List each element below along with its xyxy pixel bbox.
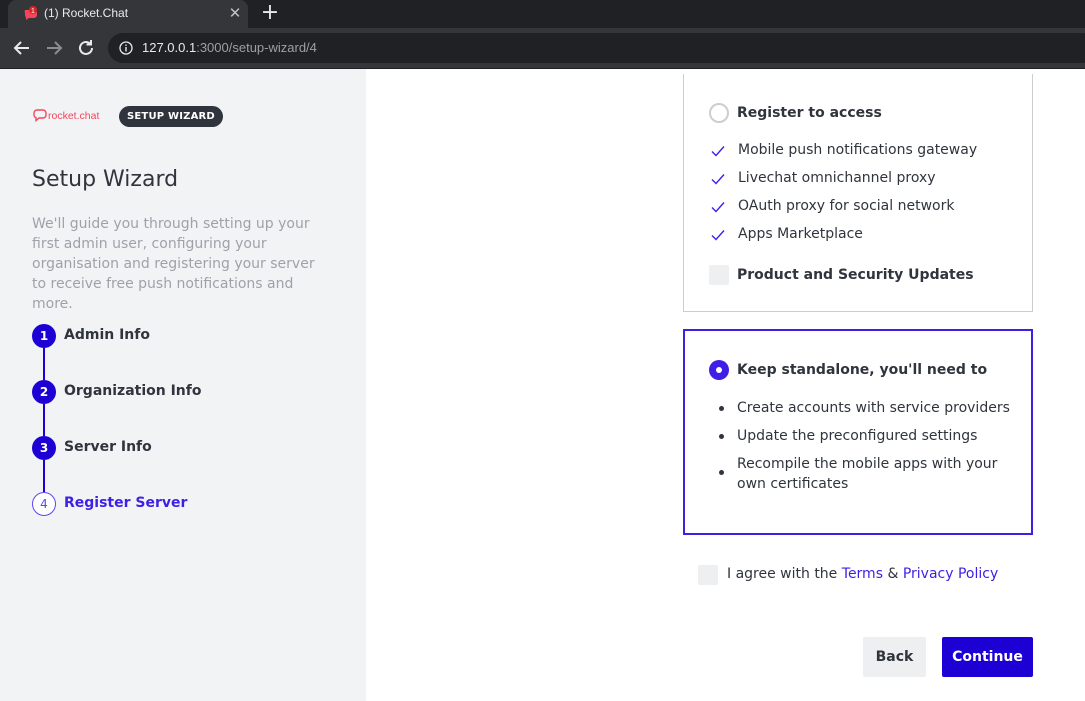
step-label: Server Info xyxy=(64,439,152,455)
check-icon xyxy=(711,146,725,157)
agree-text: I agree with the Terms & Privacy Policy xyxy=(727,566,998,582)
setup-wizard-badge: SETUP WIZARD xyxy=(119,106,223,127)
bullet-icon xyxy=(719,406,724,411)
agree-checkbox[interactable] xyxy=(698,565,718,585)
agree-prefix: I agree with the xyxy=(727,566,838,582)
rocketchat-logo: rocket.chat xyxy=(33,109,99,122)
standalone-option-card[interactable]: Keep standalone, you'll need to Create a… xyxy=(683,329,1033,535)
step-connector xyxy=(43,348,45,380)
browser-tab[interactable]: 1 (1) Rocket.Chat ✕ xyxy=(8,0,248,28)
step-number: 2 xyxy=(32,380,56,404)
site-info-icon[interactable] xyxy=(119,41,133,55)
check-icon xyxy=(711,230,725,241)
step-register-server: 4 Register Server xyxy=(32,492,332,516)
register-option-card[interactable]: Register to access Mobile push notificat… xyxy=(683,74,1033,312)
rocketchat-favicon-icon: 1 xyxy=(24,6,37,20)
step-admin-info: 1 Admin Info xyxy=(32,324,332,348)
feature-item: Apps Marketplace xyxy=(710,225,1020,245)
standalone-option-title: Keep standalone, you'll need to xyxy=(737,362,988,378)
browser-tab-bar: 1 (1) Rocket.Chat ✕ + xyxy=(0,0,1085,28)
back-arrow-icon[interactable] xyxy=(10,36,34,60)
step-label: Register Server xyxy=(64,495,188,511)
bullet-icon xyxy=(719,434,724,439)
register-radio[interactable] xyxy=(709,103,729,123)
feature-text: Livechat omnichannel proxy xyxy=(738,170,936,186)
step-number: 1 xyxy=(32,324,56,348)
terms-agreement: I agree with the Terms & Privacy Policy xyxy=(698,565,1028,585)
updates-checkbox[interactable] xyxy=(709,265,729,285)
updates-label: Product and Security Updates xyxy=(737,267,974,283)
terms-link[interactable]: Terms xyxy=(842,566,883,582)
forward-arrow-icon[interactable] xyxy=(42,36,66,60)
agree-ampersand: & xyxy=(887,566,899,582)
feature-text: Mobile push notifications gateway xyxy=(738,142,978,158)
url-path: :3000/setup-wizard/4 xyxy=(196,40,317,55)
step-server-info: 3 Server Info xyxy=(32,436,332,460)
feature-item: OAuth proxy for social network xyxy=(710,197,1020,217)
tab-title: (1) Rocket.Chat xyxy=(44,6,129,20)
check-icon xyxy=(711,174,725,185)
feature-item: Livechat omnichannel proxy xyxy=(710,169,1020,189)
browser-toolbar: 127.0.0.1:3000/setup-wizard/4 xyxy=(0,28,1085,69)
url-host: 127.0.0.1 xyxy=(142,40,197,55)
feature-text: Apps Marketplace xyxy=(738,226,863,242)
reload-icon[interactable] xyxy=(74,36,98,60)
setup-sidebar: rocket.chat SETUP WIZARD Setup Wizard We… xyxy=(0,69,366,701)
page-title: Setup Wizard xyxy=(32,167,179,192)
tab-notification-badge: 1 xyxy=(31,8,35,15)
privacy-policy-link[interactable]: Privacy Policy xyxy=(903,566,998,582)
standalone-radio[interactable] xyxy=(709,360,729,380)
step-organization-info: 2 Organization Info xyxy=(32,380,332,404)
continue-button[interactable]: Continue xyxy=(942,637,1033,677)
standalone-item: Update the preconfigured settings xyxy=(737,428,978,444)
page-description: We'll guide you through setting up your … xyxy=(32,216,315,312)
step-label: Organization Info xyxy=(64,383,202,399)
address-bar[interactable]: 127.0.0.1:3000/setup-wizard/4 xyxy=(108,33,1085,63)
step-label: Admin Info xyxy=(64,327,150,343)
step-number: 3 xyxy=(32,436,56,460)
standalone-item: Create accounts with service providers xyxy=(737,400,1010,416)
step-connector xyxy=(43,404,45,436)
back-button[interactable]: Back xyxy=(863,637,926,677)
step-connector xyxy=(43,460,45,492)
register-option-title: Register to access xyxy=(737,105,882,121)
new-tab-icon[interactable]: + xyxy=(258,2,282,26)
bullet-icon xyxy=(719,470,724,475)
feature-item: Mobile push notifications gateway xyxy=(710,141,1020,161)
step-number: 4 xyxy=(32,492,56,516)
check-icon xyxy=(711,202,725,213)
close-tab-icon[interactable]: ✕ xyxy=(226,4,244,22)
url-text: 127.0.0.1:3000/setup-wizard/4 xyxy=(142,40,317,55)
logo-text: rocket.chat xyxy=(48,110,99,122)
feature-text: OAuth proxy for social network xyxy=(738,198,955,214)
standalone-item: Recompile the mobile apps with your own … xyxy=(737,456,998,492)
